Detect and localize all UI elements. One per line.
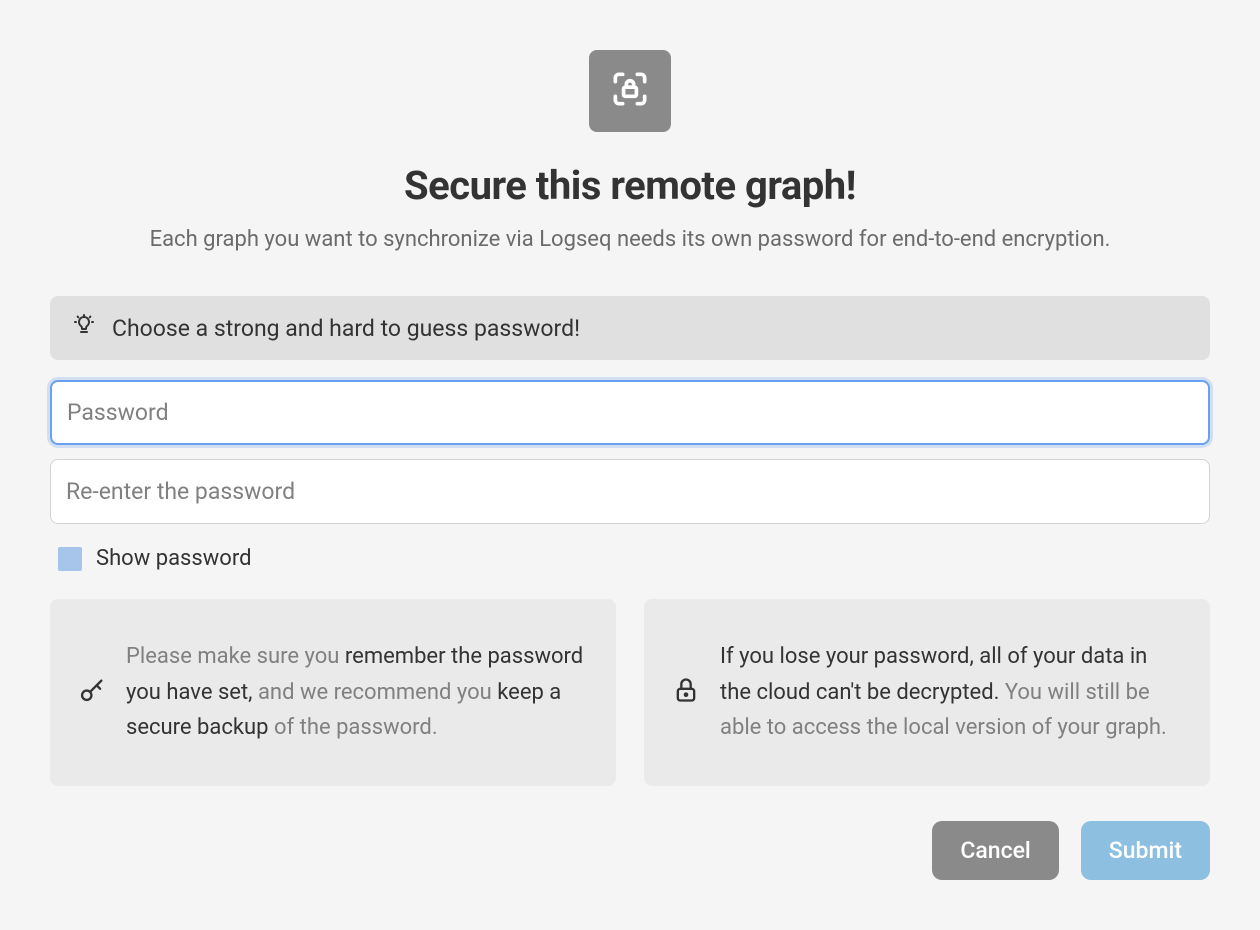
dialog-subtitle: Each graph you want to synchronize via L… [150,227,1111,252]
confirm-password-input[interactable] [50,459,1210,524]
cancel-button[interactable]: Cancel [932,821,1058,880]
key-icon [78,676,106,708]
info-cards: Please make sure you remember the passwo… [50,599,1210,786]
submit-button[interactable]: Submit [1081,821,1210,880]
remember-password-text: Please make sure you remember the passwo… [126,639,586,746]
dialog-actions: Cancel Submit [50,821,1210,880]
hint-bar: Choose a strong and hard to guess passwo… [50,296,1210,360]
secure-lock-scan-icon [608,67,652,115]
hint-text: Choose a strong and hard to guess passwo… [112,315,580,342]
lightbulb-icon [72,314,96,342]
secure-graph-dialog: Secure this remote graph! Each graph you… [0,0,1260,930]
show-password-row: Show password [50,546,1210,571]
lock-icon [672,676,700,708]
dialog-title: Secure this remote graph! [404,162,856,209]
remember-password-card: Please make sure you remember the passwo… [50,599,616,786]
password-input[interactable] [50,380,1210,445]
remember-suffix: of the password. [269,715,438,740]
show-password-checkbox[interactable] [58,547,82,571]
remember-prefix: Please make sure you [126,644,345,669]
remember-mid: and we recommend you [253,680,498,705]
header-icon-box [589,50,671,132]
show-password-label: Show password [96,546,251,571]
lose-password-text: If you lose your password, all of your d… [720,639,1180,746]
lose-password-card: If you lose your password, all of your d… [644,599,1210,786]
